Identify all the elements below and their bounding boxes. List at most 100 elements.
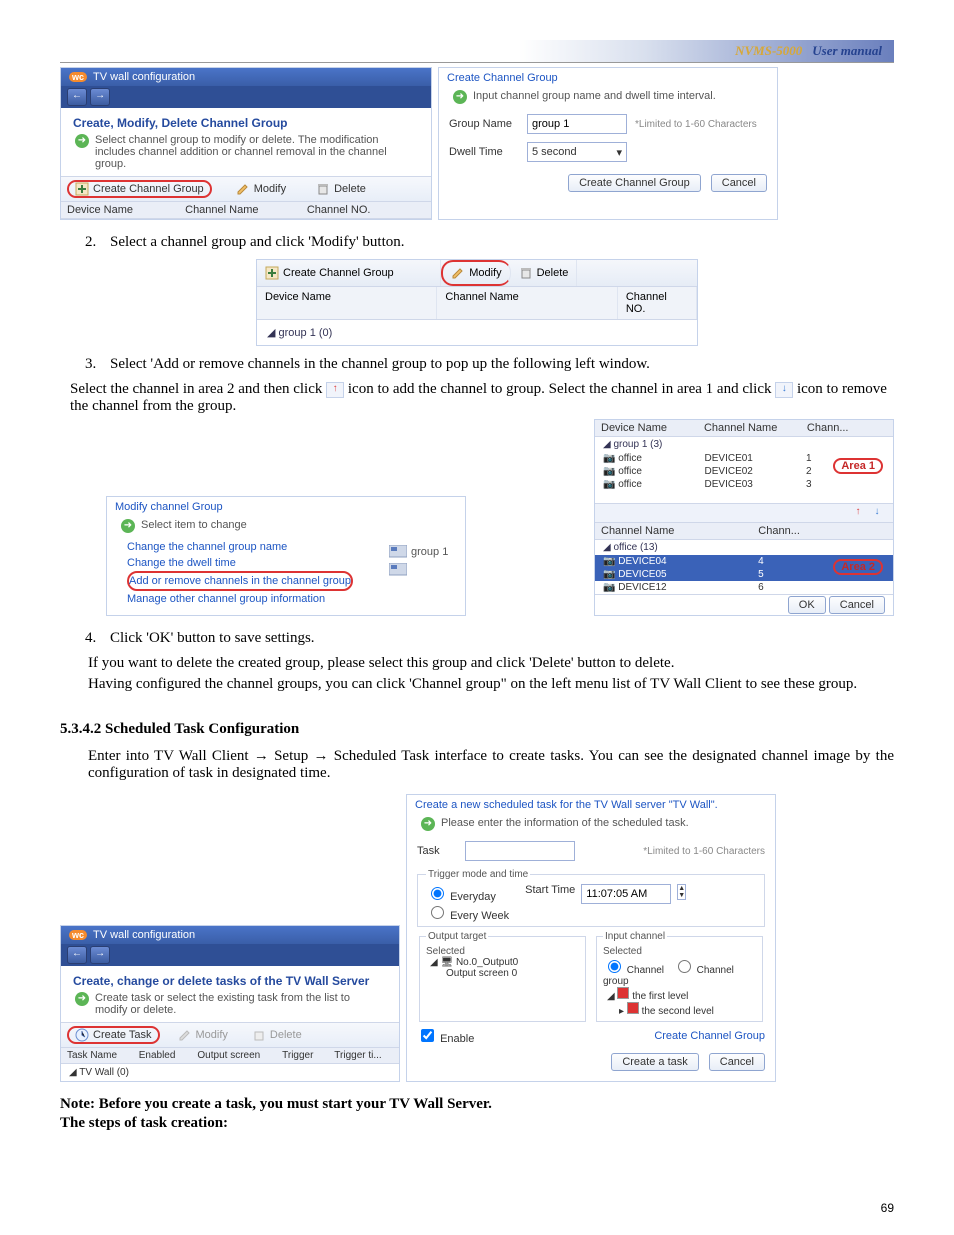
toolbar: Create Channel Group Modify Delete	[61, 176, 431, 202]
trash-icon	[252, 1028, 266, 1042]
product-name: NVMS-5000	[735, 43, 802, 59]
ok-button[interactable]: OK	[788, 596, 826, 614]
cell: 5	[758, 569, 764, 580]
create-group-button[interactable]: Create Channel Group	[67, 180, 212, 198]
start-time-input[interactable]	[581, 884, 671, 904]
subsec-para: Enter into TV Wall Client → Setup → Sche…	[88, 748, 894, 782]
tree-item[interactable]: Output screen 0	[426, 968, 579, 979]
cell: 6	[758, 582, 764, 593]
pencil-icon	[178, 1028, 192, 1042]
app-badge: wc	[69, 930, 87, 940]
clock-icon	[75, 1028, 89, 1042]
step-list: Select 'Add or remove channels in the ch…	[60, 356, 894, 373]
delete-button[interactable]: Delete	[310, 181, 372, 197]
group-table: Create Channel Group Modify Delete Devic…	[256, 259, 698, 346]
create-task-button[interactable]: Create Task	[67, 1026, 160, 1044]
monitor-icon	[389, 545, 407, 559]
tvwall-config-panel: wc TV wall configuration ← → Create, Mod…	[60, 67, 432, 220]
info-icon: ➜	[421, 817, 435, 831]
delete-label: Delete	[334, 183, 366, 195]
col-device: Device Name	[601, 422, 704, 434]
subsec-number: 5.3.4.2	[60, 721, 101, 737]
step2-text: Select a channel group and click 'Modify…	[100, 234, 405, 250]
step3-text: Select 'Add or remove channels in the ch…	[100, 356, 650, 372]
opt-manage[interactable]: Manage other channel group information	[127, 591, 379, 607]
create-label: Create Channel Group	[93, 183, 204, 195]
modify-label: Modify	[254, 183, 286, 195]
opt-rename[interactable]: Change the channel group name	[127, 539, 379, 555]
row-label: TV Wall (0)	[79, 1067, 129, 1078]
cancel-button[interactable]: Cancel	[711, 174, 767, 192]
col-enabled: Enabled	[139, 1050, 198, 1061]
col-trigger: Trigger	[282, 1050, 334, 1061]
opt-add-remove[interactable]: Add or remove channels in the channel gr…	[127, 571, 353, 591]
group-name-label: Group Name	[449, 118, 519, 130]
delete-button[interactable]: Delete	[511, 260, 578, 286]
tree-item[interactable]: ◢ the first level	[603, 987, 756, 1002]
out-item1: No.0_Output0	[456, 957, 518, 968]
tree-item[interactable]: ▸ the second level	[603, 1002, 756, 1017]
everyday-radio[interactable]: Everyday	[426, 884, 509, 903]
dialog-title: Create Channel Group	[439, 68, 777, 88]
table-row[interactable]: ◢ group 1 (3)	[595, 437, 893, 452]
header-bar: NVMS-5000 User manual	[60, 40, 894, 63]
col-device: Device Name	[67, 204, 185, 216]
step-list: Click 'OK' button to save settings.	[60, 630, 894, 647]
cell: office	[618, 466, 642, 477]
time-spinner[interactable]: ▲▼	[677, 884, 686, 900]
table-row[interactable]: ◢ TV Wall (0)	[61, 1064, 399, 1081]
table-row[interactable]: ◢ group 1 (0)	[257, 320, 697, 345]
modify-button[interactable]: Modify	[441, 260, 510, 286]
delete-label: Delete	[537, 267, 569, 279]
cancel-button[interactable]: Cancel	[829, 596, 885, 614]
input-legend: Input channel	[603, 931, 667, 942]
col-channel: Channel Name	[437, 287, 617, 319]
forward-icon[interactable]: →	[90, 88, 110, 106]
info-icon: ➜	[75, 134, 89, 148]
enable-checkbox[interactable]: Enable	[417, 1026, 474, 1045]
group-name-input[interactable]	[527, 114, 627, 134]
table-row[interactable]: ◢ office (13)	[595, 540, 893, 555]
col-channel: Channel Name	[704, 422, 807, 434]
opt-dwell[interactable]: Change the dwell time	[127, 555, 379, 571]
back-icon[interactable]: ←	[67, 946, 87, 964]
modify-button[interactable]: Modify	[230, 181, 292, 197]
cell: 1	[806, 453, 812, 464]
panel-title-bar: wc TV wall configuration	[61, 926, 399, 944]
create-group-button[interactable]: Create Channel Group	[257, 260, 441, 286]
create-task-submit[interactable]: Create a task	[611, 1053, 698, 1071]
char-limit: *Limited to 1-60 Characters	[635, 119, 757, 130]
create-channel-group-link[interactable]: Create Channel Group	[654, 1030, 765, 1042]
everyweek-radio[interactable]: Every Week	[426, 903, 509, 922]
cell: 4	[758, 556, 764, 567]
cell: DEVICE12	[618, 582, 666, 593]
create-group-submit[interactable]: Create Channel Group	[568, 174, 701, 192]
cell: DEVICE02	[705, 466, 807, 477]
arrow-up-icon[interactable]: ↑	[850, 506, 866, 520]
dwell-time-value: 5 second	[532, 146, 577, 158]
cell: 2	[806, 466, 812, 477]
nav-strip: ← →	[61, 944, 399, 966]
channel-radio[interactable]: Channel	[603, 965, 664, 976]
create-label: Create Channel Group	[283, 267, 394, 279]
monitor-icon	[389, 563, 407, 577]
tree-item[interactable]: ◢ 🖥 No.0_Output0	[426, 957, 579, 968]
page-number: 69	[881, 1201, 894, 1215]
forward-icon[interactable]: →	[90, 946, 110, 964]
task-name-input[interactable]	[465, 841, 575, 861]
group-row-label: office (13)	[613, 542, 657, 553]
arrow-down-icon[interactable]: ↓	[869, 506, 885, 520]
step-list: Select a channel group and click 'Modify…	[60, 234, 894, 251]
back-icon[interactable]: ←	[67, 88, 87, 106]
section-hint: Create task or select the existing task …	[95, 992, 385, 1016]
dwell-time-select[interactable]: 5 second▾	[527, 142, 627, 162]
lvl2: the second level	[642, 1006, 714, 1017]
info-icon: ➜	[121, 519, 135, 533]
cancel-button[interactable]: Cancel	[709, 1053, 765, 1071]
col-no: Chann...	[758, 525, 800, 537]
cell: DEVICE03	[705, 479, 807, 490]
arrow-down-icon: ↓	[775, 382, 793, 398]
modify-button: Modify	[172, 1027, 234, 1043]
col-no: Channel NO.	[307, 204, 425, 216]
cell: office	[618, 453, 642, 464]
